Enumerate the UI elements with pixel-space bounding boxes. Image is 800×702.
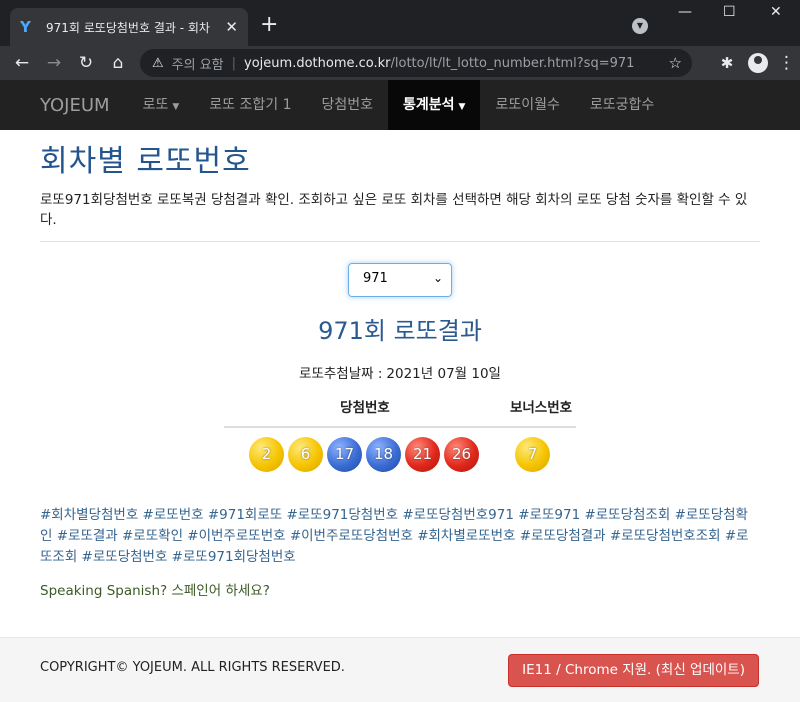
nav-item-carryover[interactable]: 로또이월수 xyxy=(480,80,574,130)
nav-item-label: 통계분석 xyxy=(403,97,455,113)
copyright-text: COPYRIGHT© YOJEUM. ALL RIGHTS RESERVED. xyxy=(40,660,345,675)
winning-ball: 6 xyxy=(288,437,323,472)
winning-ball: 2 xyxy=(249,437,284,472)
profile-avatar-icon[interactable] xyxy=(748,53,768,73)
url-host: yojeum.dothome.co.kr xyxy=(244,55,391,71)
maximize-icon[interactable]: ☐ xyxy=(723,4,736,20)
browser-chrome: Y 971회 로또당첨번호 결과 - 회차 ✕ + ▼ — ☐ ✕ ← → ↻ … xyxy=(0,0,800,80)
new-tab-button[interactable]: + xyxy=(260,12,278,37)
nav-item-label: 로또이월수 xyxy=(495,97,560,113)
extensions-icon[interactable]: ✱ xyxy=(716,54,738,72)
tab-search-icon[interactable]: ▼ xyxy=(632,18,648,34)
window-close-icon[interactable]: ✕ xyxy=(770,4,782,20)
warning-icon: ⚠ xyxy=(152,55,164,71)
round-select-wrapper: 971 ⌄ xyxy=(40,263,760,297)
nav-item-statistics[interactable]: 통계분석 ▼ xyxy=(388,80,481,130)
bonus-header: 보너스번호 xyxy=(509,400,573,416)
nav-item-label: 로또 xyxy=(142,97,169,113)
browser-toolbar: ← → ↻ ⌂ ⚠ 주의 요함 | yojeum.dothome.co.kr /… xyxy=(0,46,800,80)
site-navbar: YOJEUM 로또 ▼ 로또 조합기 1 당첨번호 통계분석 ▼ 로또이월수 로또궁… xyxy=(0,80,800,130)
winning-ball: 17 xyxy=(327,437,362,472)
page-description: 로또971회당첨번호 로또복권 당첨결과 확인. 조회하고 싶은 로또 회차를 … xyxy=(40,192,748,228)
forward-icon[interactable]: → xyxy=(38,53,70,73)
home-icon[interactable]: ⌂ xyxy=(102,53,134,73)
footer: COPYRIGHT© YOJEUM. ALL RIGHTS RESERVED. … xyxy=(0,637,800,702)
back-icon[interactable]: ← xyxy=(6,53,38,73)
page-title: 회차별 로또번호 xyxy=(40,144,251,179)
nav-item-label: 로또궁합수 xyxy=(589,97,655,113)
tab-strip: Y 971회 로또당첨번호 결과 - 회차 ✕ + ▼ — ☐ ✕ xyxy=(0,0,800,46)
tab-close-icon[interactable]: ✕ xyxy=(225,18,238,36)
winning-header: 당첨번호 xyxy=(340,400,390,416)
tab-title: 971회 로또당첨번호 결과 - 회차 xyxy=(46,20,210,35)
site-brand[interactable]: YOJEUM xyxy=(40,95,110,116)
winning-ball: 26 xyxy=(444,437,479,472)
spanish-link[interactable]: Speaking Spanish? 스페인어 하세요? xyxy=(40,579,760,599)
bonus-ball: 7 xyxy=(515,437,550,472)
winning-ball: 21 xyxy=(405,437,440,472)
winning-ball: 18 xyxy=(366,437,401,472)
main-content: 회차별 로또번호 로또971회당첨번호 로또복권 당첨결과 확인. 조회하고 싶… xyxy=(0,136,800,599)
nav-item-label: 로또 조합기 1 xyxy=(209,97,292,113)
chevron-down-icon: ⌄ xyxy=(432,271,443,285)
draw-date-value: 2021년 07월 10일 xyxy=(386,366,501,382)
address-bar[interactable]: ⚠ 주의 요함 | yojeum.dothome.co.kr /lotto/lt… xyxy=(140,49,692,77)
result-header: 당첨번호 보너스번호 xyxy=(224,396,576,428)
minimize-icon[interactable]: — xyxy=(678,4,692,20)
nav-item-compatibility[interactable]: 로또궁합수 xyxy=(575,80,669,130)
nav-item-winning-numbers[interactable]: 당첨번호 xyxy=(306,80,388,130)
site-favicon-icon: Y xyxy=(20,18,31,36)
url-path: /lotto/lt/lt_lotto_number.html?sq=971 xyxy=(390,55,635,71)
nav-item-label: 당첨번호 xyxy=(321,97,374,113)
divider xyxy=(40,241,760,242)
hashtag-links[interactable]: #회차별당첨번호 #로또번호 #971회로또 #로또971당첨번호 #로또당첨번… xyxy=(40,505,760,568)
toolbar-right: ✱ ⋮ xyxy=(716,46,795,80)
not-secure-label: 주의 요함 xyxy=(171,57,224,73)
draw-date-label: 로또추첨날짜 : xyxy=(299,366,383,382)
caret-down-icon: ▼ xyxy=(172,102,180,112)
result-title: 971회 로또결과 xyxy=(318,317,482,345)
bookmark-star-icon[interactable]: ☆ xyxy=(669,54,682,72)
address-separator: | xyxy=(231,55,237,71)
reload-icon[interactable]: ↻ xyxy=(70,53,102,73)
round-select[interactable]: 971 ⌄ xyxy=(348,263,452,297)
round-select-value: 971 xyxy=(363,271,388,286)
browser-support-button[interactable]: IE11 / Chrome 지원. (최신 업데이트) xyxy=(508,654,759,687)
result-table: 당첨번호 보너스번호 2 6 17 18 21 26 7 xyxy=(224,396,576,472)
browser-tab[interactable]: Y 971회 로또당첨번호 결과 - 회차 ✕ xyxy=(10,8,248,46)
draw-date: 로또추첨날짜 :2021년 07월 10일 xyxy=(40,362,760,382)
ball-row: 2 6 17 18 21 26 7 xyxy=(224,437,576,472)
nav-item-lotto[interactable]: 로또 ▼ xyxy=(128,80,195,130)
nav-item-combinator[interactable]: 로또 조합기 1 xyxy=(194,80,306,130)
menu-kebab-icon[interactable]: ⋮ xyxy=(778,53,795,73)
caret-down-icon: ▼ xyxy=(458,102,466,112)
